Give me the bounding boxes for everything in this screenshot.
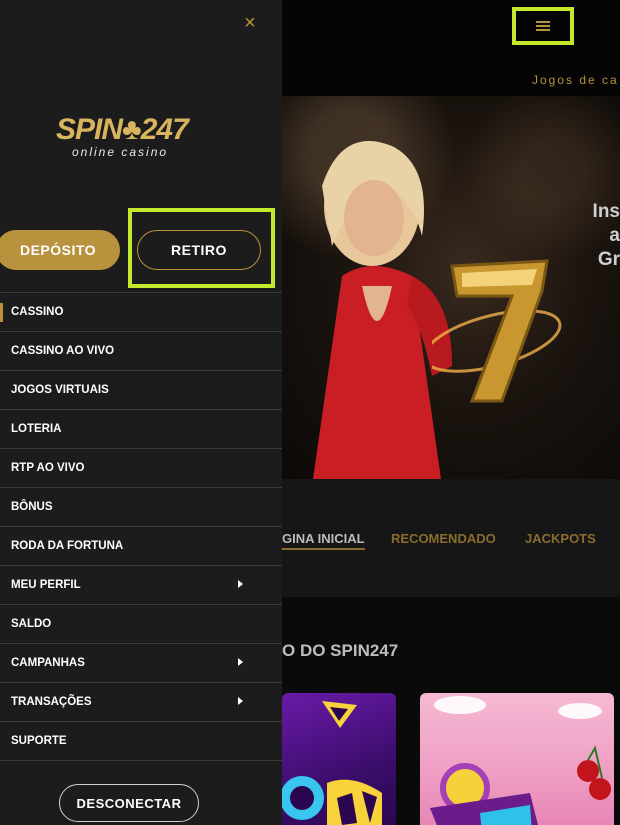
withdraw-button[interactable]: RETIRO xyxy=(137,230,261,270)
logout-button[interactable]: DESCONECTAR xyxy=(59,784,199,822)
menu-item-campanhas[interactable]: CAMPANHAS xyxy=(0,644,282,683)
menu-item-bonus[interactable]: BÔNUS xyxy=(0,488,282,527)
menu-item-cassino[interactable]: CASSINO xyxy=(0,293,282,332)
deposit-button[interactable]: DEPÓSITO xyxy=(0,230,120,270)
menu-item-jogos-virtuais[interactable]: JOGOS VIRTUAIS xyxy=(0,371,282,410)
menu-toggle-button[interactable] xyxy=(512,7,574,45)
tab-pagina-inicial[interactable]: GINA INICIAL xyxy=(282,531,365,550)
chevron-right-icon xyxy=(238,658,243,666)
hero-banner[interactable]: Ins a Gr xyxy=(282,96,620,479)
game-card[interactable] xyxy=(420,693,614,825)
menu-item-transacoes[interactable]: TRANSAÇÕES xyxy=(0,683,282,722)
side-drawer: × SPIN♣247 online casino DEPÓSITO RETIRO… xyxy=(0,0,282,825)
subnav-link[interactable]: Jogos de ca xyxy=(532,73,619,87)
menu-item-cassino-ao-vivo[interactable]: CASSINO AO VIVO xyxy=(0,332,282,371)
menu-item-rtp-ao-vivo[interactable]: RTP AO VIVO xyxy=(0,449,282,488)
category-tabs: GINA INICIAL RECOMENDADO JACKPOTS xyxy=(282,479,620,597)
game-thumbnail xyxy=(282,701,382,825)
app-root: Jogos de ca Ins a Gr GINA INICIAL RECOME… xyxy=(0,0,620,825)
drawer-menu: CASSINO CASSINO AO VIVO JOGOS VIRTUAIS L… xyxy=(0,292,282,761)
logo[interactable]: SPIN♣247 online casino xyxy=(56,114,206,162)
hamburger-icon xyxy=(536,21,550,31)
game-thumbnail xyxy=(430,696,611,825)
tab-jackpots[interactable]: JACKPOTS xyxy=(525,531,596,546)
chevron-right-icon xyxy=(238,580,243,588)
section-title: O DO SPIN247 xyxy=(282,641,399,660)
hero-headline: Ins a Gr xyxy=(592,201,620,270)
menu-item-meu-perfil[interactable]: MEU PERFIL xyxy=(0,566,282,605)
menu-item-saldo[interactable]: SALDO xyxy=(0,605,282,644)
menu-item-suporte[interactable]: SUPORTE xyxy=(0,722,282,761)
chevron-right-icon xyxy=(238,697,243,705)
logo-wordmark: SPIN♣247 xyxy=(56,113,189,146)
menu-item-roda-da-fortuna[interactable]: RODA DA FORTUNA xyxy=(0,527,282,566)
game-card[interactable] xyxy=(282,693,396,825)
hero-seven-symbol xyxy=(432,259,562,403)
logo-tagline: online casino xyxy=(72,145,169,159)
close-icon[interactable]: × xyxy=(240,12,260,34)
tab-recomendado[interactable]: RECOMENDADO xyxy=(391,531,496,546)
menu-item-loteria[interactable]: LOTERIA xyxy=(0,410,282,449)
